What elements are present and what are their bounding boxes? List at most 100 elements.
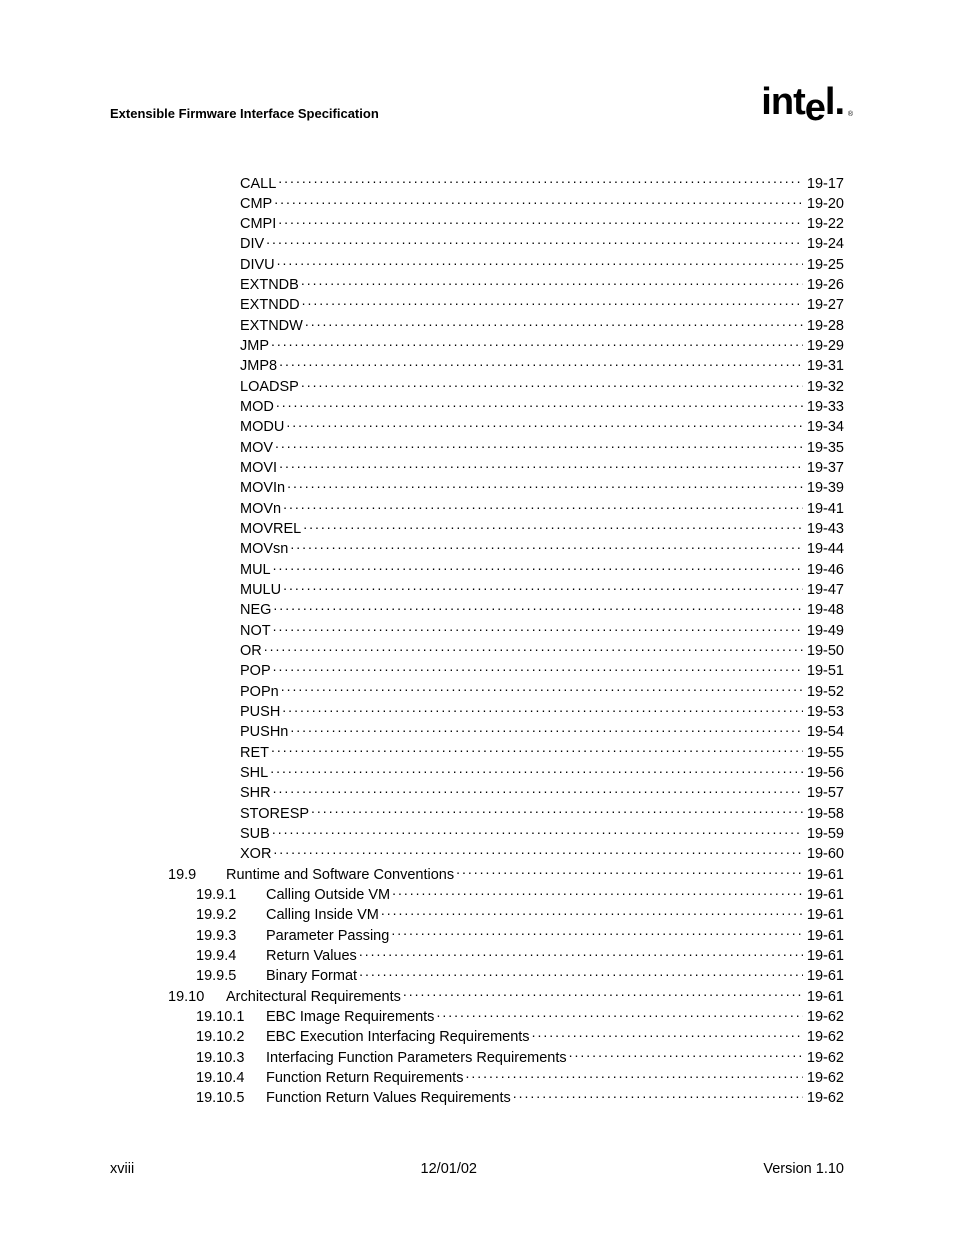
- toc-entry-label: MOVI: [240, 460, 279, 478]
- toc-page-number: 19-46: [803, 562, 844, 580]
- toc-entry-label: Calling Outside VM: [266, 887, 392, 905]
- toc-entry: DIV 19-24: [110, 234, 844, 254]
- toc-entry: 19.10.1EBC Image Requirements 19-62: [110, 1006, 844, 1026]
- toc-entry: 19.10Architectural Requirements 19-61: [110, 986, 844, 1006]
- toc-entry: 19.10.3Interfacing Function Parameters R…: [110, 1047, 844, 1067]
- toc-leader-dots: [305, 315, 803, 330]
- toc-entry-label: MOD: [240, 399, 276, 417]
- toc-entry: CALL 19-17: [110, 173, 844, 193]
- toc-leader-dots: [436, 1006, 802, 1021]
- toc-entry: 19.10.5Function Return Values Requiremen…: [110, 1088, 844, 1108]
- toc-section-number: 19.10.1: [196, 1009, 266, 1027]
- toc-entry: 19.9.1Calling Outside VM 19-61: [110, 884, 844, 904]
- footer-page-roman: xviii: [110, 1161, 134, 1177]
- document-page: Extensible Firmware Interface Specificat…: [0, 0, 954, 1235]
- toc-entry: MOVn 19-41: [110, 498, 844, 518]
- toc-leader-dots: [273, 844, 802, 859]
- toc-page-number: 19-61: [803, 948, 844, 966]
- toc-section-number: 19.10.3: [196, 1050, 266, 1068]
- toc-entry: POPn 19-52: [110, 681, 844, 701]
- toc-entry: 19.9.3Parameter Passing 19-61: [110, 925, 844, 945]
- toc-page-number: 19-62: [803, 1070, 844, 1088]
- toc-entry: EXTNDB 19-26: [110, 275, 844, 295]
- toc-entry-label: Runtime and Software Conventions: [226, 867, 456, 885]
- toc-entry: 19.9.5Binary Format 19-61: [110, 966, 844, 986]
- toc-leader-dots: [264, 641, 803, 656]
- footer-date: 12/01/02: [421, 1161, 477, 1177]
- toc-leader-dots: [456, 864, 803, 879]
- toc-entry: MOVIn 19-39: [110, 478, 844, 498]
- toc-entry: MUL 19-46: [110, 559, 844, 579]
- toc-section-number: 19.9.5: [196, 968, 266, 986]
- toc-page-number: 19-47: [803, 582, 844, 600]
- toc-page-number: 19-35: [803, 440, 844, 458]
- toc-entry-label: MOVsn: [240, 541, 290, 559]
- toc-page-number: 19-27: [803, 297, 844, 315]
- toc-entry-label: Binary Format: [266, 968, 359, 986]
- toc-section-number: 19.9.3: [196, 928, 266, 946]
- toc-leader-dots: [465, 1067, 802, 1082]
- toc-page-number: 19-61: [803, 907, 844, 925]
- toc-leader-dots: [286, 417, 803, 432]
- toc-entry: PUSH 19-53: [110, 702, 844, 722]
- toc-page-number: 19-61: [803, 968, 844, 986]
- toc-leader-dots: [359, 945, 803, 960]
- toc-entry: PUSHn 19-54: [110, 722, 844, 742]
- toc-entry: 19.9.2Calling Inside VM 19-61: [110, 905, 844, 925]
- toc-leader-dots: [301, 275, 803, 290]
- toc-leader-dots: [283, 580, 803, 595]
- toc-entry-label: SHR: [240, 785, 273, 803]
- toc-entry-label: RET: [240, 745, 271, 763]
- toc-entry: SHL 19-56: [110, 763, 844, 783]
- toc-entry: XOR 19-60: [110, 844, 844, 864]
- toc-entry-label: NOT: [240, 623, 273, 641]
- toc-leader-dots: [278, 173, 803, 188]
- toc-page-number: 19-32: [803, 379, 844, 397]
- toc-page-number: 19-17: [803, 176, 844, 194]
- toc-leader-dots: [271, 742, 803, 757]
- toc-page-number: 19-55: [803, 745, 844, 763]
- toc-page-number: 19-61: [803, 867, 844, 885]
- toc-page-number: 19-61: [803, 887, 844, 905]
- toc-entry-label: MOV: [240, 440, 275, 458]
- toc-entry: LOADSP 19-32: [110, 376, 844, 396]
- toc-entry-label: DIV: [240, 236, 266, 254]
- toc-entry: DIVU 19-25: [110, 254, 844, 274]
- toc-entry-label: STORESP: [240, 806, 311, 824]
- toc-entry-label: CMPI: [240, 216, 278, 234]
- toc-entry-label: SUB: [240, 826, 272, 844]
- toc-entry: MULU 19-47: [110, 580, 844, 600]
- toc-leader-dots: [270, 763, 803, 778]
- toc-entry-label: JMP: [240, 338, 271, 356]
- toc-entry: MOVsn 19-44: [110, 539, 844, 559]
- toc-entry-label: Calling Inside VM: [266, 907, 381, 925]
- toc-entry: MOVREL 19-43: [110, 519, 844, 539]
- toc-entry: SHR 19-57: [110, 783, 844, 803]
- toc-leader-dots: [276, 397, 803, 412]
- toc-entry: MOVI 19-37: [110, 458, 844, 478]
- toc-entry: 19.10.4Function Return Requirements 19-6…: [110, 1067, 844, 1087]
- toc-entry: 19.9.4Return Values 19-61: [110, 945, 844, 965]
- toc-entry-label: LOADSP: [240, 379, 301, 397]
- toc-entry: MOD 19-33: [110, 397, 844, 417]
- toc-entry-label: MOVIn: [240, 480, 287, 498]
- toc-entry: RET 19-55: [110, 742, 844, 762]
- toc-page-number: 19-29: [803, 338, 844, 356]
- toc-page-number: 19-22: [803, 216, 844, 234]
- toc-leader-dots: [274, 193, 803, 208]
- toc-leader-dots: [279, 458, 803, 473]
- toc-entry: CMPI 19-22: [110, 214, 844, 234]
- toc-leader-dots: [273, 559, 803, 574]
- toc-entry-label: PUSH: [240, 704, 282, 722]
- toc-section-number: 19.10.2: [196, 1029, 266, 1047]
- toc-entry-label: JMP8: [240, 358, 279, 376]
- toc-entry-label: CALL: [240, 176, 278, 194]
- toc-entry-label: CMP: [240, 196, 274, 214]
- toc-leader-dots: [301, 376, 803, 391]
- intel-logo: intel.®: [761, 81, 844, 124]
- toc-leader-dots: [391, 925, 803, 940]
- toc-entry: MOV 19-35: [110, 437, 844, 457]
- toc-page-number: 19-58: [803, 806, 844, 824]
- toc-leader-dots: [278, 214, 803, 229]
- toc-entry-label: EBC Image Requirements: [266, 1009, 436, 1027]
